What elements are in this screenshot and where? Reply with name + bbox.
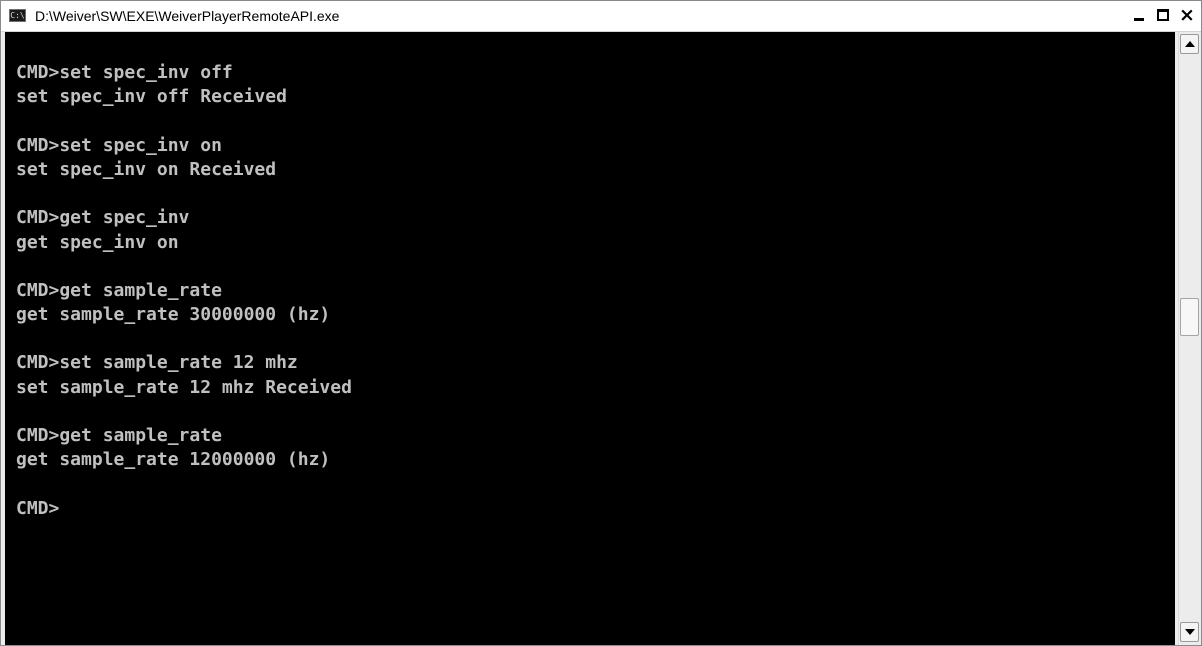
console-response-line: get sample_rate 12000000 (hz) bbox=[16, 449, 331, 471]
scroll-up-arrow-icon bbox=[1185, 41, 1195, 47]
app-icon-glyph: C:\ bbox=[10, 11, 25, 20]
console-output-area[interactable]: CMD>set spec_inv off set spec_inv off Rec… bbox=[5, 32, 1175, 645]
console-command-line: CMD>get sample_rate bbox=[16, 425, 222, 446]
console-text: CMD>set spec_inv off set spec_inv off Rec… bbox=[16, 37, 352, 521]
console-response-line: get spec_inv on bbox=[16, 231, 179, 253]
scroll-down-button[interactable] bbox=[1180, 622, 1199, 642]
console-command-line: CMD>set spec_inv off bbox=[16, 62, 233, 84]
scroll-up-button[interactable] bbox=[1180, 34, 1199, 54]
scrollbar-thumb[interactable] bbox=[1180, 298, 1199, 336]
maximize-button[interactable] bbox=[1152, 4, 1174, 26]
minimize-icon bbox=[1134, 17, 1144, 21]
console-command-line: CMD>get spec_inv bbox=[16, 207, 190, 229]
console-app-icon[interactable]: C:\ bbox=[9, 9, 26, 22]
minimize-button[interactable] bbox=[1128, 4, 1150, 26]
console-command-line: CMD>get sample_rate bbox=[16, 279, 222, 301]
vertical-scrollbar[interactable] bbox=[1178, 32, 1200, 645]
close-icon: × bbox=[1179, 4, 1195, 26]
scroll-down-arrow-icon bbox=[1185, 629, 1195, 635]
console-response-line: set spec_inv off Received bbox=[16, 86, 287, 108]
console-command-line: CMD>set spec_inv on bbox=[16, 134, 222, 156]
close-button[interactable]: × bbox=[1176, 4, 1198, 26]
console-command-line: CMD> bbox=[16, 497, 60, 519]
console-response-line: set spec_inv on Received bbox=[16, 158, 277, 180]
title-bar[interactable]: C:\ D:\Weiver\SW\EXE\WeiverPlayerRemoteA… bbox=[1, 1, 1201, 32]
console-command-line: CMD>set sample_rate 12 mhz bbox=[16, 352, 298, 374]
console-response-line: get sample_rate 30000000 (hz) bbox=[16, 304, 331, 326]
console-window: C:\ D:\Weiver\SW\EXE\WeiverPlayerRemoteA… bbox=[0, 0, 1202, 646]
window-title: D:\Weiver\SW\EXE\WeiverPlayerRemoteAPI.e… bbox=[35, 8, 340, 24]
console-response-line: set sample_rate 12 mhz Received bbox=[16, 376, 352, 398]
maximize-icon bbox=[1157, 9, 1169, 21]
